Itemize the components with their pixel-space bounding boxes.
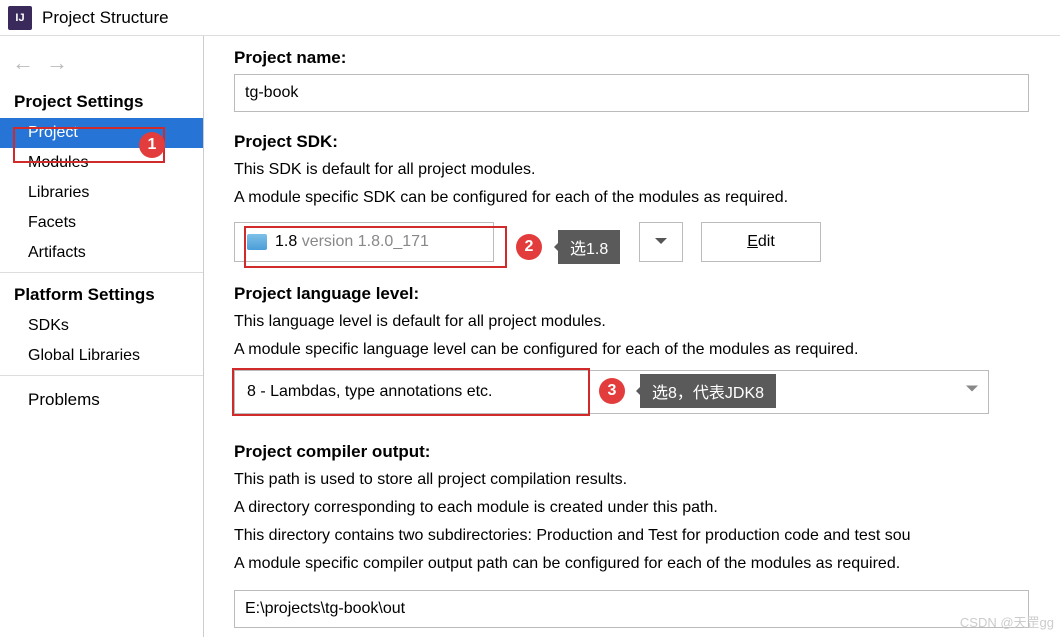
callout-tooltip-2: 选1.8 xyxy=(558,230,620,264)
sdk-dropdown-button[interactable] xyxy=(639,222,683,262)
window-title: Project Structure xyxy=(42,8,169,28)
compiler-output-input[interactable] xyxy=(234,590,1029,628)
sidebar-item-facets[interactable]: Facets xyxy=(0,208,203,238)
out-desc-1: This path is used to store all project c… xyxy=(234,468,1060,492)
nav-forward-icon[interactable]: → xyxy=(46,50,68,76)
out-desc-2: A directory corresponding to each module… xyxy=(234,496,1060,520)
chevron-down-icon xyxy=(966,386,978,398)
sidebar-header-platform-settings: Platform Settings xyxy=(0,272,203,311)
chevron-down-icon xyxy=(655,238,667,250)
title-bar: IJ Project Structure xyxy=(0,0,1060,36)
sdk-desc-1: This SDK is default for all project modu… xyxy=(234,158,1060,182)
sidebar-item-sdks[interactable]: SDKs xyxy=(0,311,203,341)
project-name-label: Project name: xyxy=(234,48,1060,68)
out-desc-4: A module specific compiler output path c… xyxy=(234,552,1060,576)
sidebar-item-global-libraries[interactable]: Global Libraries xyxy=(0,341,203,371)
callout-badge-3: 3 xyxy=(599,378,625,404)
callout-box-3 xyxy=(232,368,590,416)
sdk-desc-2: A module specific SDK can be configured … xyxy=(234,186,1060,210)
watermark: CSDN @天罡gg xyxy=(960,612,1054,631)
callout-badge-2: 2 xyxy=(516,234,542,260)
lang-desc-2: A module specific language level can be … xyxy=(234,338,1060,362)
sidebar-item-problems[interactable]: Problems xyxy=(0,375,203,416)
out-desc-3: This directory contains two subdirectori… xyxy=(234,524,1060,548)
lang-level-label: Project language level: xyxy=(234,284,1060,304)
project-name-input[interactable] xyxy=(234,74,1029,112)
content-panel: Project name: Project SDK: This SDK is d… xyxy=(204,36,1060,637)
sidebar-item-artifacts[interactable]: Artifacts xyxy=(0,238,203,268)
nav-back-icon[interactable]: ← xyxy=(12,50,34,76)
project-sdk-label: Project SDK: xyxy=(234,132,1060,152)
callout-tooltip-3: 选8，代表JDK8 xyxy=(640,374,776,408)
callout-badge-1: 1 xyxy=(139,132,165,158)
compiler-output-label: Project compiler output: xyxy=(234,442,1060,462)
app-icon: IJ xyxy=(8,6,32,30)
callout-box-2 xyxy=(244,226,507,268)
edit-button[interactable]: Edit xyxy=(701,222,821,262)
sidebar-header-project-settings: Project Settings xyxy=(0,84,203,118)
lang-desc-1: This language level is default for all p… xyxy=(234,310,1060,334)
edit-label-rest: dit xyxy=(758,233,775,250)
sidebar-item-libraries[interactable]: Libraries xyxy=(0,178,203,208)
